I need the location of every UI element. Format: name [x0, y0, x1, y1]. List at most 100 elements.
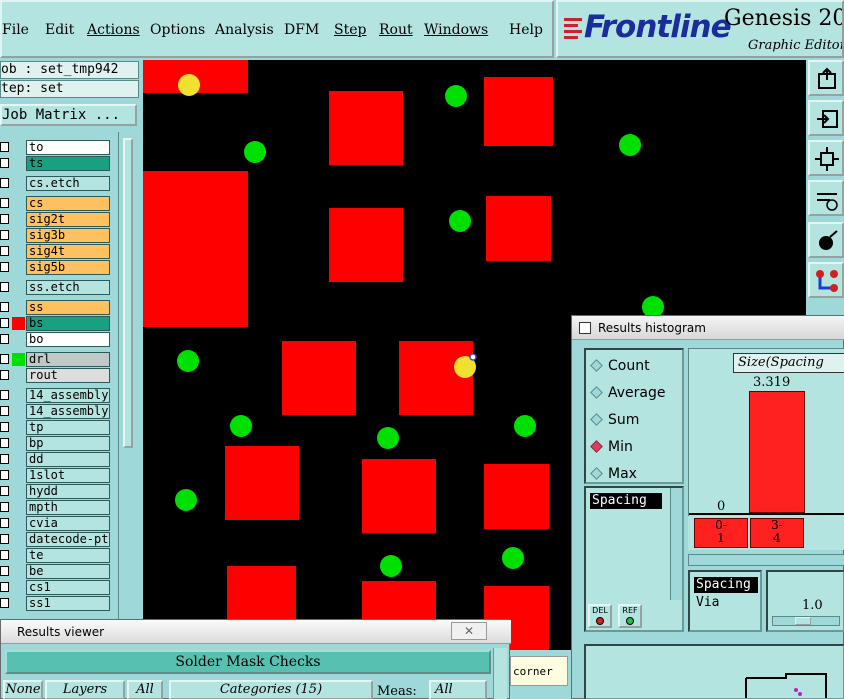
layer-checkbox[interactable]: [0, 334, 9, 344]
menu-windows[interactable]: Windows: [424, 22, 488, 38]
layer-checkbox[interactable]: [0, 406, 9, 416]
job-matrix-button[interactable]: Job Matrix ...: [0, 104, 137, 126]
layer-checkbox[interactable]: [0, 550, 9, 560]
filter-layers-button[interactable]: Layers: [45, 680, 125, 699]
layer-row[interactable]: 1slot: [0, 468, 112, 483]
layer-name[interactable]: 14_assembly: [26, 388, 110, 403]
layer-checkbox[interactable]: [0, 518, 9, 528]
layer-row[interactable]: mpth: [0, 500, 112, 515]
menu-analysis[interactable]: Analysis: [215, 22, 274, 38]
layer-name[interactable]: hydd: [26, 484, 110, 499]
layer-checkbox[interactable]: [0, 282, 9, 292]
layer-row[interactable]: 14_assembly: [0, 388, 112, 403]
layer-checkbox[interactable]: [0, 454, 9, 464]
layer-checkbox[interactable]: [0, 142, 9, 152]
menu-edit[interactable]: Edit: [45, 22, 74, 38]
category-item-spacing[interactable]: Spacing: [590, 493, 662, 509]
viewer-scrollbar[interactable]: [493, 648, 507, 699]
meas-select[interactable]: All: [429, 680, 487, 699]
layer-row[interactable]: sig2t: [0, 212, 112, 227]
filter-all-button[interactable]: All: [127, 680, 163, 699]
layer-row[interactable]: rout: [0, 368, 112, 383]
layer-name[interactable]: sig2t: [26, 212, 110, 227]
bin-1[interactable]: 3- 4: [750, 518, 804, 548]
layer-name[interactable]: bp: [26, 436, 110, 451]
layer-name[interactable]: cvia: [26, 516, 110, 531]
filter-none-button[interactable]: None: [3, 680, 43, 699]
layer-name[interactable]: 14_assembly: [26, 404, 110, 419]
layer-row[interactable]: te: [0, 548, 112, 563]
layer-row[interactable]: tp: [0, 420, 112, 435]
layer-row[interactable]: ss1: [0, 596, 112, 611]
menu-dfm[interactable]: DFM: [284, 22, 319, 38]
tool-import[interactable]: [808, 100, 844, 136]
layer-color-swatch[interactable]: [12, 353, 25, 366]
layer-row[interactable]: sig3b: [0, 228, 112, 243]
layer-checkbox[interactable]: [0, 470, 9, 480]
layer-name[interactable]: drl: [26, 352, 110, 367]
categories-button[interactable]: Categories (15): [169, 680, 373, 699]
layer-row[interactable]: bp: [0, 436, 112, 451]
measure-item-spacing[interactable]: Spacing: [694, 577, 758, 593]
layer-name[interactable]: sig5b: [26, 260, 110, 275]
layer-name[interactable]: cs.etch: [26, 176, 110, 191]
category-list[interactable]: Spacing DEL REF: [584, 486, 684, 632]
layer-row[interactable]: ss: [0, 300, 112, 315]
layer-name[interactable]: bs: [26, 316, 110, 331]
layer-checkbox[interactable]: [0, 318, 9, 328]
layer-checkbox[interactable]: [0, 198, 9, 208]
layer-checkbox[interactable]: [0, 486, 9, 496]
layer-checkbox[interactable]: [0, 598, 9, 608]
mode-min[interactable]: Min: [590, 439, 633, 455]
layer-row[interactable]: bo: [0, 332, 112, 347]
layer-name[interactable]: rout: [26, 368, 110, 383]
layer-name[interactable]: 1slot: [26, 468, 110, 483]
measure-item-via[interactable]: Via: [696, 595, 719, 610]
menu-actions[interactable]: Actions: [87, 22, 140, 38]
layer-checkbox[interactable]: [0, 178, 9, 188]
layer-name[interactable]: ts: [26, 156, 110, 171]
layer-row[interactable]: 14_assembly: [0, 404, 112, 419]
layer-color-swatch[interactable]: [12, 317, 25, 330]
close-icon[interactable]: ✕: [451, 622, 487, 640]
menu-options[interactable]: Options: [150, 22, 205, 38]
scale-slider[interactable]: [772, 616, 840, 626]
tool-fit[interactable]: [808, 140, 844, 176]
layer-checkbox[interactable]: [0, 230, 9, 240]
layer-name[interactable]: ss: [26, 300, 110, 315]
tool-select[interactable]: [808, 222, 844, 258]
layer-name[interactable]: cs: [26, 196, 110, 211]
menu-file[interactable]: File: [2, 22, 29, 38]
layer-row[interactable]: sig5b: [0, 260, 112, 275]
layer-row[interactable]: to: [0, 140, 112, 155]
layer-row[interactable]: dd: [0, 452, 112, 467]
mode-max[interactable]: Max: [590, 466, 637, 482]
layer-checkbox[interactable]: [0, 390, 9, 400]
layer-row[interactable]: be: [0, 564, 112, 579]
layer-row[interactable]: sig4t: [0, 244, 112, 259]
layer-name[interactable]: ss.etch: [26, 280, 110, 295]
menu-rout[interactable]: Rout: [379, 22, 413, 38]
layer-row[interactable]: ss.etch: [0, 280, 112, 295]
menu-help[interactable]: Help: [509, 22, 543, 38]
scroll-thumb[interactable]: [123, 138, 133, 448]
layer-name[interactable]: te: [26, 548, 110, 563]
layer-checkbox[interactable]: [0, 582, 9, 592]
layer-checkbox[interactable]: [0, 422, 9, 432]
layer-name[interactable]: be: [26, 564, 110, 579]
layer-checkbox[interactable]: [0, 262, 9, 272]
layer-name[interactable]: sig3b: [26, 228, 110, 243]
viewer-titlebar[interactable]: Results viewer: [1, 620, 511, 644]
mode-average[interactable]: Average: [590, 385, 666, 401]
histogram-hscroll[interactable]: [688, 554, 844, 566]
menu-step[interactable]: Step: [334, 22, 366, 38]
layer-row[interactable]: ts: [0, 156, 112, 171]
layer-row[interactable]: datecode-pt: [0, 532, 112, 547]
layer-checkbox[interactable]: [0, 302, 9, 312]
layer-row[interactable]: cs1: [0, 580, 112, 595]
layer-checkbox[interactable]: [0, 438, 9, 448]
layer-checkbox[interactable]: [0, 502, 9, 512]
layer-checkbox[interactable]: [0, 354, 9, 364]
measure-list[interactable]: Spacing Via: [688, 570, 762, 632]
layer-name[interactable]: sig4t: [26, 244, 110, 259]
